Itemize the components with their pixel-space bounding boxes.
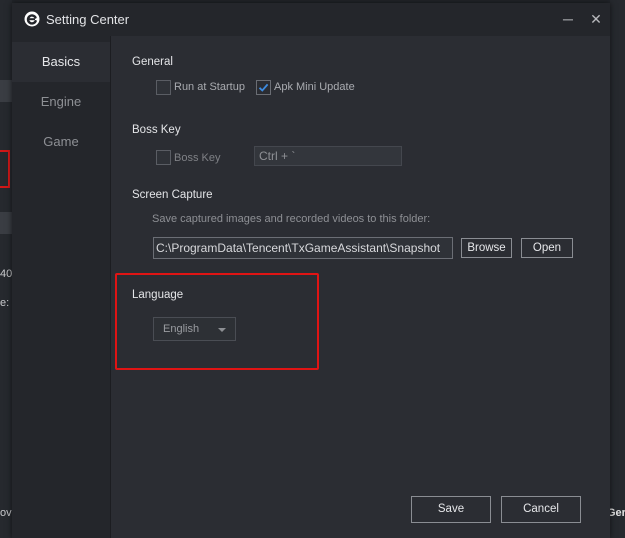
sidebar: Basics Engine Game — [12, 36, 111, 538]
title-bar[interactable]: Setting Center ─ ✕ — [12, 3, 610, 36]
screen-capture-hint: Save captured images and recorded videos… — [152, 213, 431, 225]
background-app-right — [610, 0, 625, 538]
window-title: Setting Center — [46, 12, 130, 27]
cancel-button[interactable]: Cancel — [501, 496, 581, 523]
boss-key-label: Boss Key — [174, 152, 221, 164]
boss-key-section-title: Boss Key — [132, 124, 181, 136]
boss-key-shortcut-input[interactable]: Ctrl + ` — [254, 146, 402, 166]
open-button[interactable]: Open — [521, 238, 573, 258]
background-text: e: — [0, 297, 10, 309]
app-logo-icon — [24, 11, 40, 27]
language-highlight-box — [115, 273, 319, 370]
checkmark-icon — [258, 83, 269, 92]
background-band — [0, 212, 12, 234]
screen-capture-section-title: Screen Capture — [132, 189, 213, 201]
background-highlight — [0, 150, 10, 188]
run-at-startup-checkbox[interactable] — [156, 80, 171, 95]
background-text: 40 — [0, 268, 13, 280]
close-button[interactable]: ✕ — [587, 10, 605, 28]
save-button[interactable]: Save — [411, 496, 491, 523]
setting-center-dialog: Setting Center ─ ✕ Basics Engine Game Ge… — [12, 3, 610, 538]
sidebar-item-basics[interactable]: Basics — [12, 42, 110, 82]
apk-mini-update-label: Apk Mini Update — [274, 81, 355, 93]
boss-key-checkbox[interactable] — [156, 150, 171, 165]
minimize-button[interactable]: ─ — [559, 10, 577, 28]
run-at-startup-label: Run at Startup — [174, 81, 245, 93]
background-band — [0, 80, 12, 102]
snapshot-path-field[interactable]: C:\ProgramData\Tencent\TxGameAssistant\S… — [153, 237, 453, 259]
background-text: ov — [0, 507, 12, 519]
sidebar-item-game[interactable]: Game — [12, 122, 110, 162]
general-section-title: General — [132, 56, 173, 68]
browse-button[interactable]: Browse — [461, 238, 512, 258]
apk-mini-update-checkbox[interactable] — [256, 80, 271, 95]
sidebar-item-engine[interactable]: Engine — [12, 82, 110, 122]
